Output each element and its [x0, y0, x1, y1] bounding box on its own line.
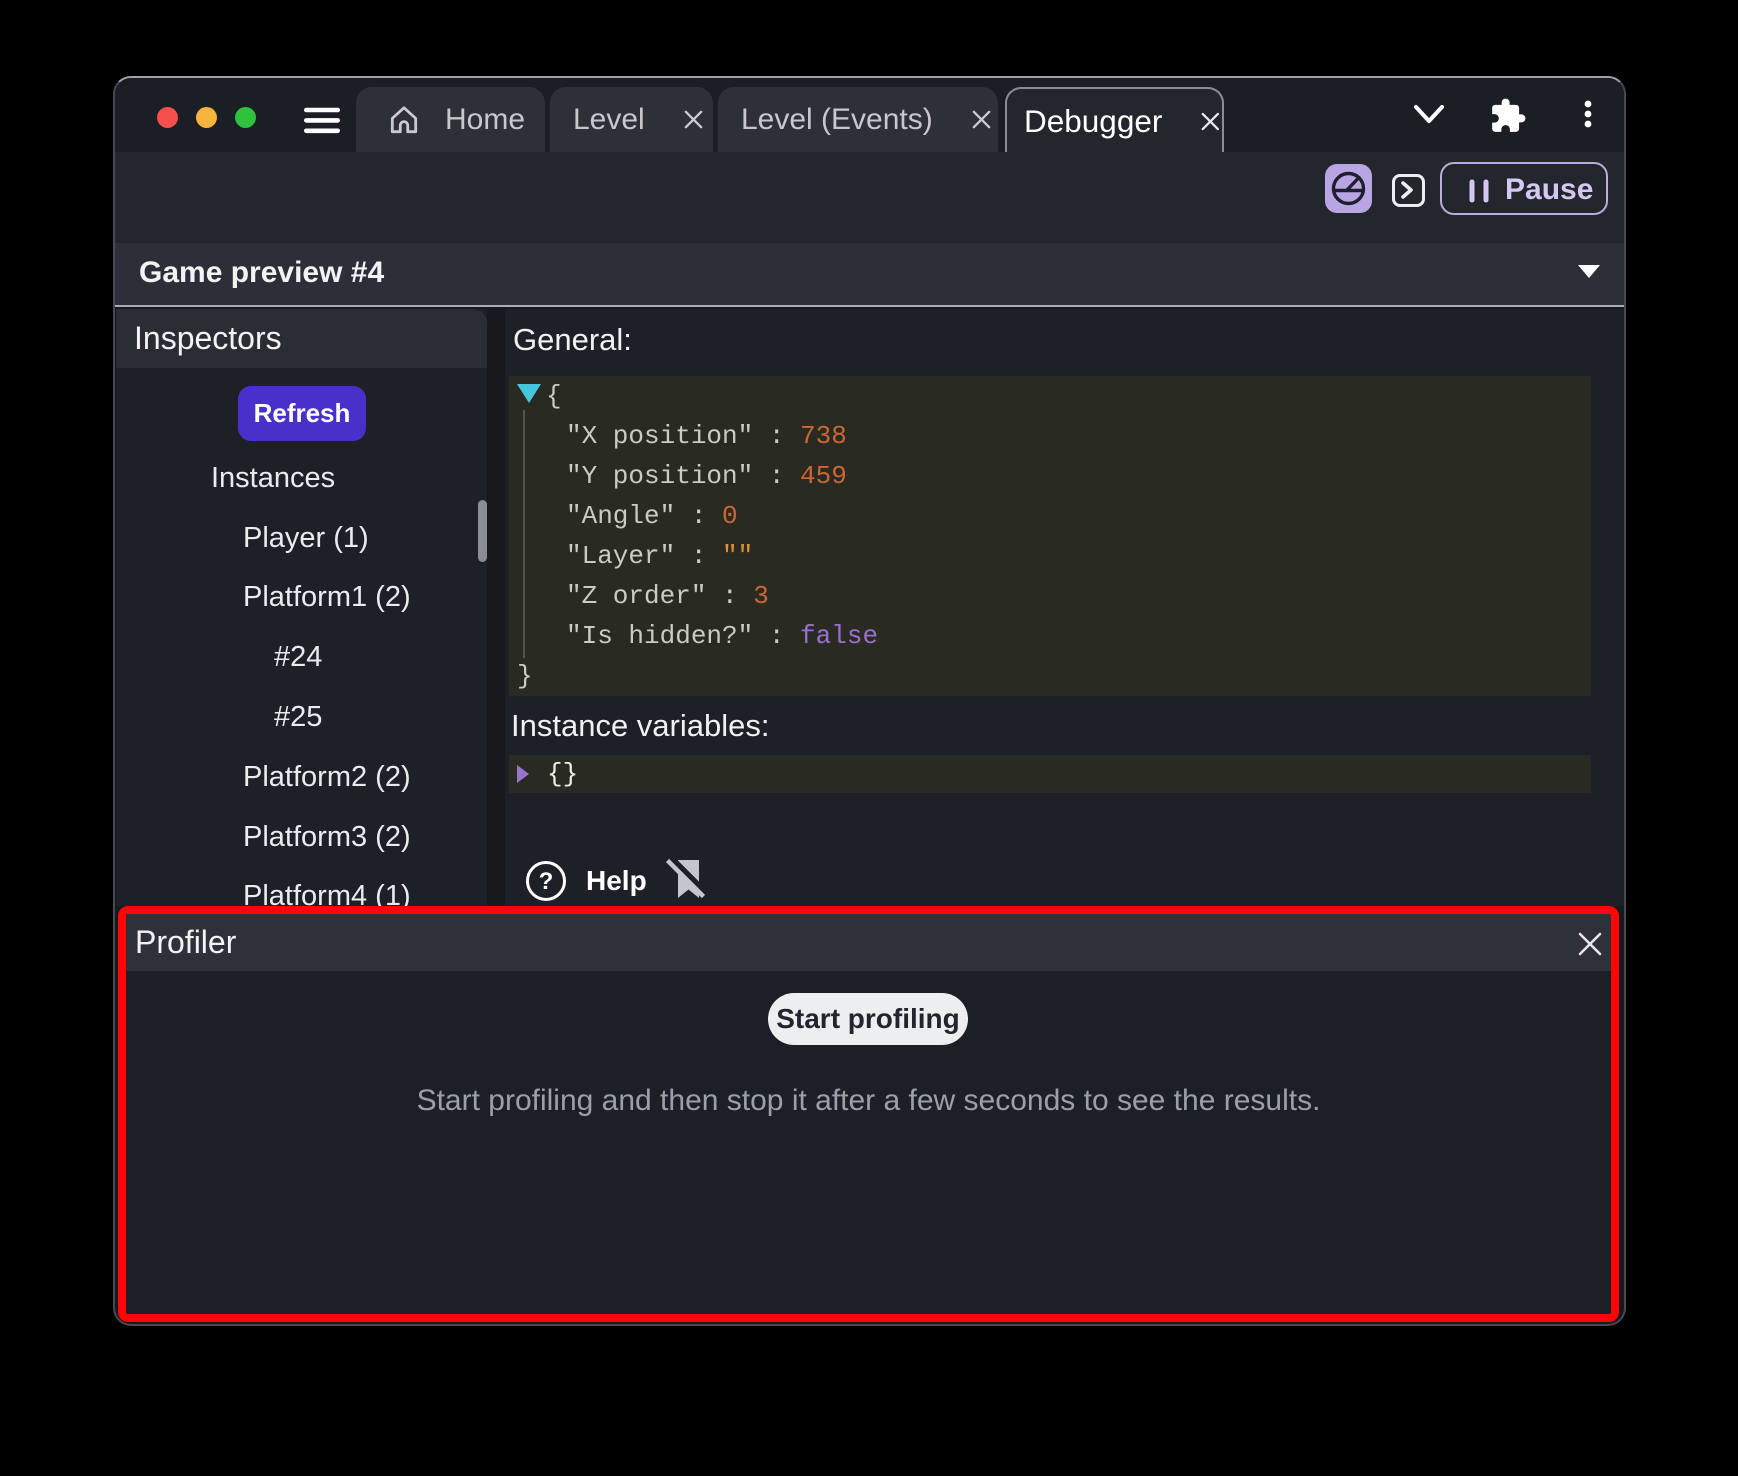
svg-text:?: ?: [539, 868, 554, 895]
